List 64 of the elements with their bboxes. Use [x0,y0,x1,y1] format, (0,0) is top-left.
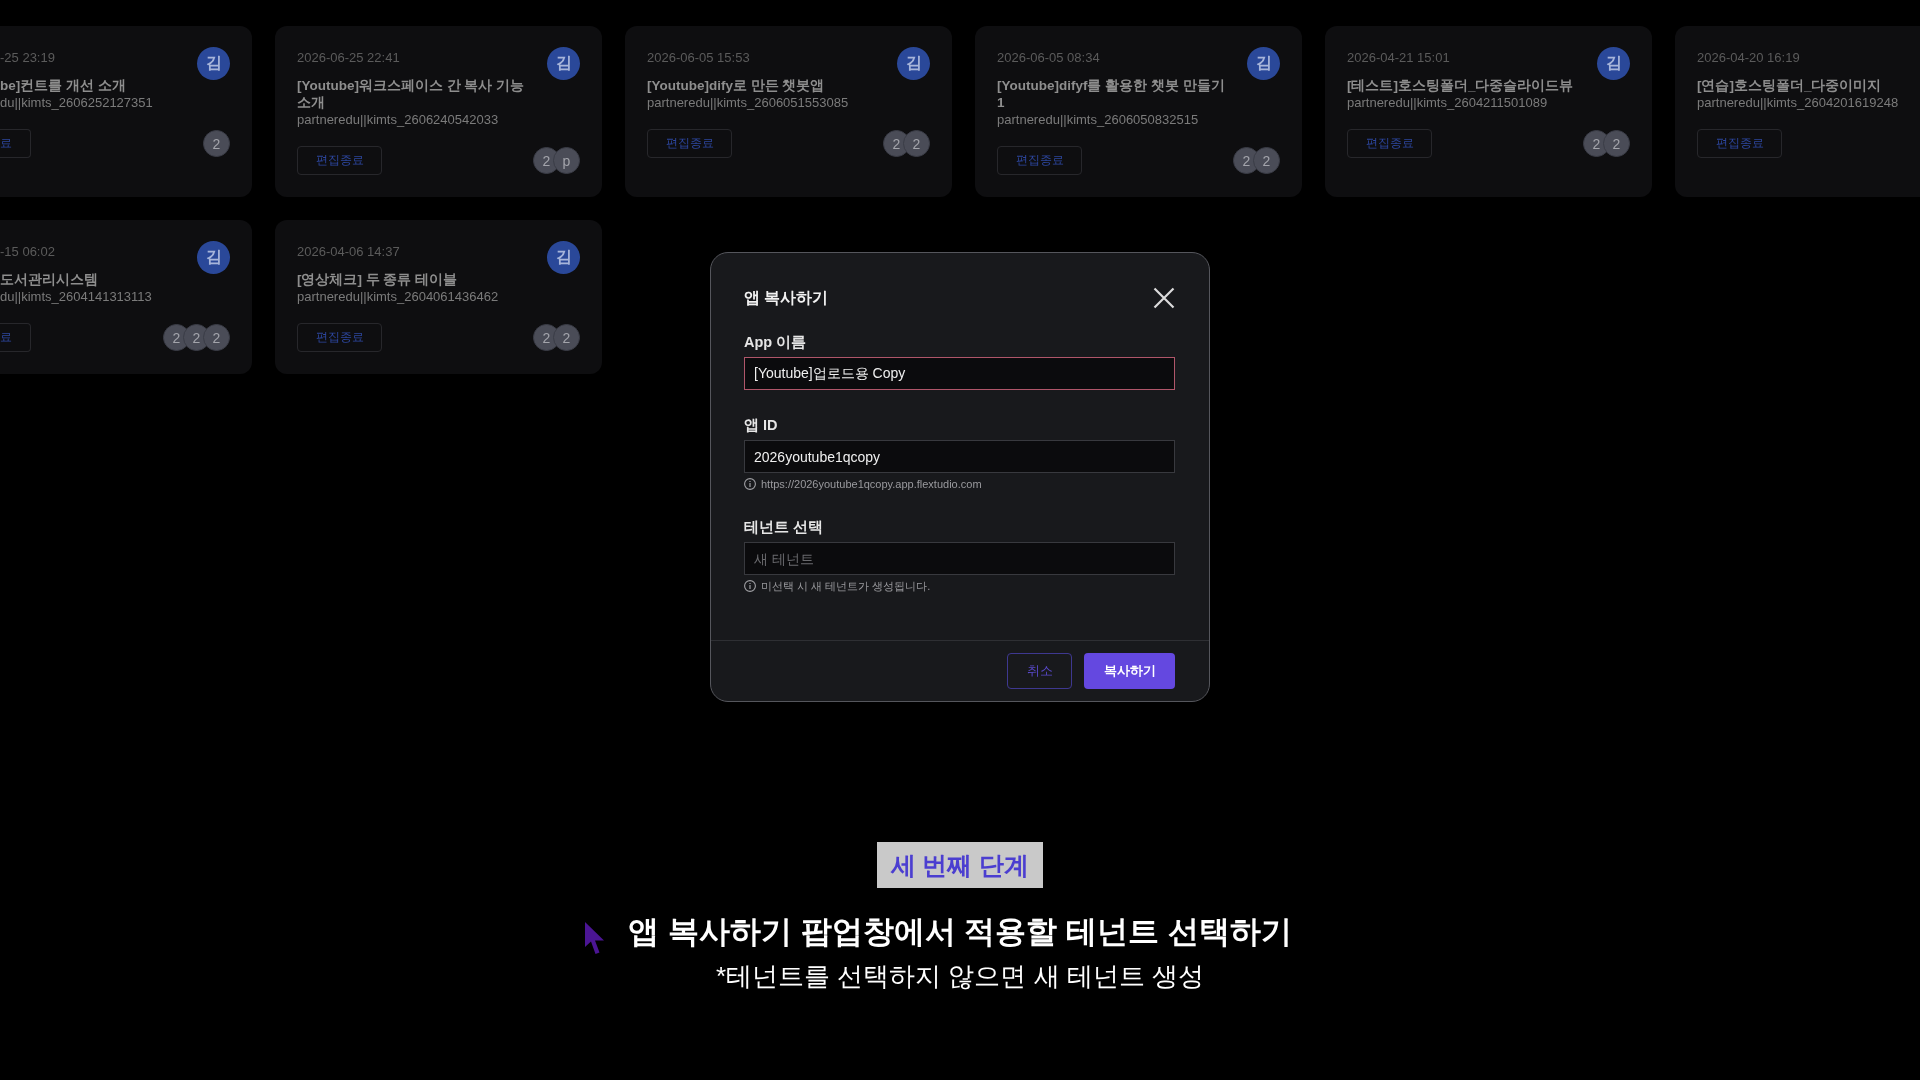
card-app-id: partneredu||kimts_2604061436462 [297,288,499,305]
member-avatar: 2 [553,324,580,351]
member-avatar: p [553,147,580,174]
card-date: 2026-06-25 22:41 [297,50,400,66]
user-avatar: 김 [1597,47,1630,80]
card-app-id: partneredu||kimts_2604211501089 [1347,94,1548,111]
card-date: 2026-04-21 15:01 [1347,50,1450,66]
input-field[interactable]: 새 테넌트 [744,542,1175,575]
member-avatar: 2 [203,130,230,157]
close-icon [1153,287,1175,309]
user-avatar: 김 [1247,47,1280,80]
member-avatar: 2 [903,130,930,157]
app-card[interactable]: 2026-04-06 14:37 [영상체크] 두 종류 테이블 partneredu||kimts_2604061436462 김 편집종료 2 2 [275,220,602,374]
card-title: [Youtube]dify로 만든 챗봇앱 [647,77,825,94]
card-app-id: du||kimts_2604141313113 [0,288,152,305]
member-avatar: 2 [203,324,230,351]
info-icon [744,478,756,490]
card-title: [테스트]호스팅폴더_다중슬라이드뷰 [1347,77,1574,94]
card-title: [Youtube]difyf를 활용한 챗봇 만들기 1 [997,77,1226,111]
user-avatar: 김 [897,47,930,80]
caption-headline: 앱 복사하기 팝업창에서 적용할 테넌트 선택하기 [628,913,1292,951]
input-field[interactable]: [Youtube]업로드용 Copy [744,357,1175,390]
step-label: 세 번째 단계 [876,842,1044,888]
app-card[interactable]: 2026-06-05 08:34 [Youtube]difyf를 활용한 챗봇 만들기 1 partneredu||kimts_2606050832515 김 편집종료 2 2 [975,26,1302,197]
card-date: -25 23:19 [0,50,55,66]
app-card[interactable]: 2026-04-21 15:01 [테스트]호스팅폴더_다중슬라이드뷰 partneredu||kimts_2604211501089 김 편집종료 2 2 [1325,26,1652,197]
card-app-id: partneredu||kimts_2606051553085 [647,94,849,111]
card-title: [연습]호스팅폴더_다중이미지 [1697,77,1882,94]
card-date: 2026-04-06 14:37 [297,244,400,260]
card-app-id: partneredu||kimts_2606240542033 [297,111,499,128]
card-app-id: partneredu||kimts_2604201619248 [1697,94,1899,111]
dialog-title: 앱 복사하기 [744,288,829,308]
app-card[interactable]: 2026-04-20 16:19 [연습]호스팅폴더_다중이미지 partneredu||kimts_2604201619248 편집종료 [1675,26,1920,197]
caption-note: *테넌트를 선택하지 않으면 새 테넌트 생성 [715,960,1205,993]
app-card[interactable]: -25 23:19 be]컨트를 개선 소개 du||kimts_2606252127351 김 료 2 [0,26,252,197]
card-title: 도서관리시스템 [0,271,98,288]
card-date: 2026-06-05 08:34 [997,50,1100,66]
app-card[interactable]: 2026-06-25 22:41 [Youtube]워크스페이스 간 복사 기능 소개 partneredu||kimts_2606240542033 김 편집종료 2 p [275,26,602,197]
cursor-icon [584,921,606,955]
hint-text: 미선택 시 새 테넌트가 생성됩니다. [761,579,931,594]
member-avatar: 2 [1603,130,1630,157]
user-avatar: 김 [197,47,230,80]
app-card[interactable]: -15 06:02 도서관리시스템 du||kimts_2604141313113 김 료 2 2 2 [0,220,252,374]
card-title: [Youtube]워크스페이스 간 복사 기능 소개 [297,77,526,111]
close-button[interactable] [1153,287,1175,309]
card-date: -15 06:02 [0,244,55,260]
field-label: 앱 ID [744,416,778,435]
copy-button[interactable]: 복사하기 [1084,653,1175,689]
field-label: App 이름 [744,333,807,352]
info-icon [744,580,756,592]
app-card[interactable]: 2026-06-05 15:53 [Youtube]dify로 만든 챗봇앱 partneredu||kimts_2606051553085 김 편집종료 2 2 [625,26,952,197]
user-avatar: 김 [547,47,580,80]
card-date: 2026-04-20 16:19 [1697,50,1800,66]
card-app-id: du||kimts_2606252127351 [0,94,153,111]
user-avatar: 김 [547,241,580,274]
input-field[interactable]: 2026youtube1qcopy [744,440,1175,473]
card-date: 2026-06-05 15:53 [647,50,750,66]
card-title: [영상체크] 두 종류 테이블 [297,271,458,288]
member-avatar: 2 [1253,147,1280,174]
field-label: 테넌트 선택 [744,518,824,537]
hint-text: https://2026youtube1qcopy.app.flextudio.com [761,477,982,492]
user-avatar: 김 [197,241,230,274]
card-title: be]컨트를 개선 소개 [0,77,126,94]
card-app-id: partneredu||kimts_2606050832515 [997,111,1199,128]
